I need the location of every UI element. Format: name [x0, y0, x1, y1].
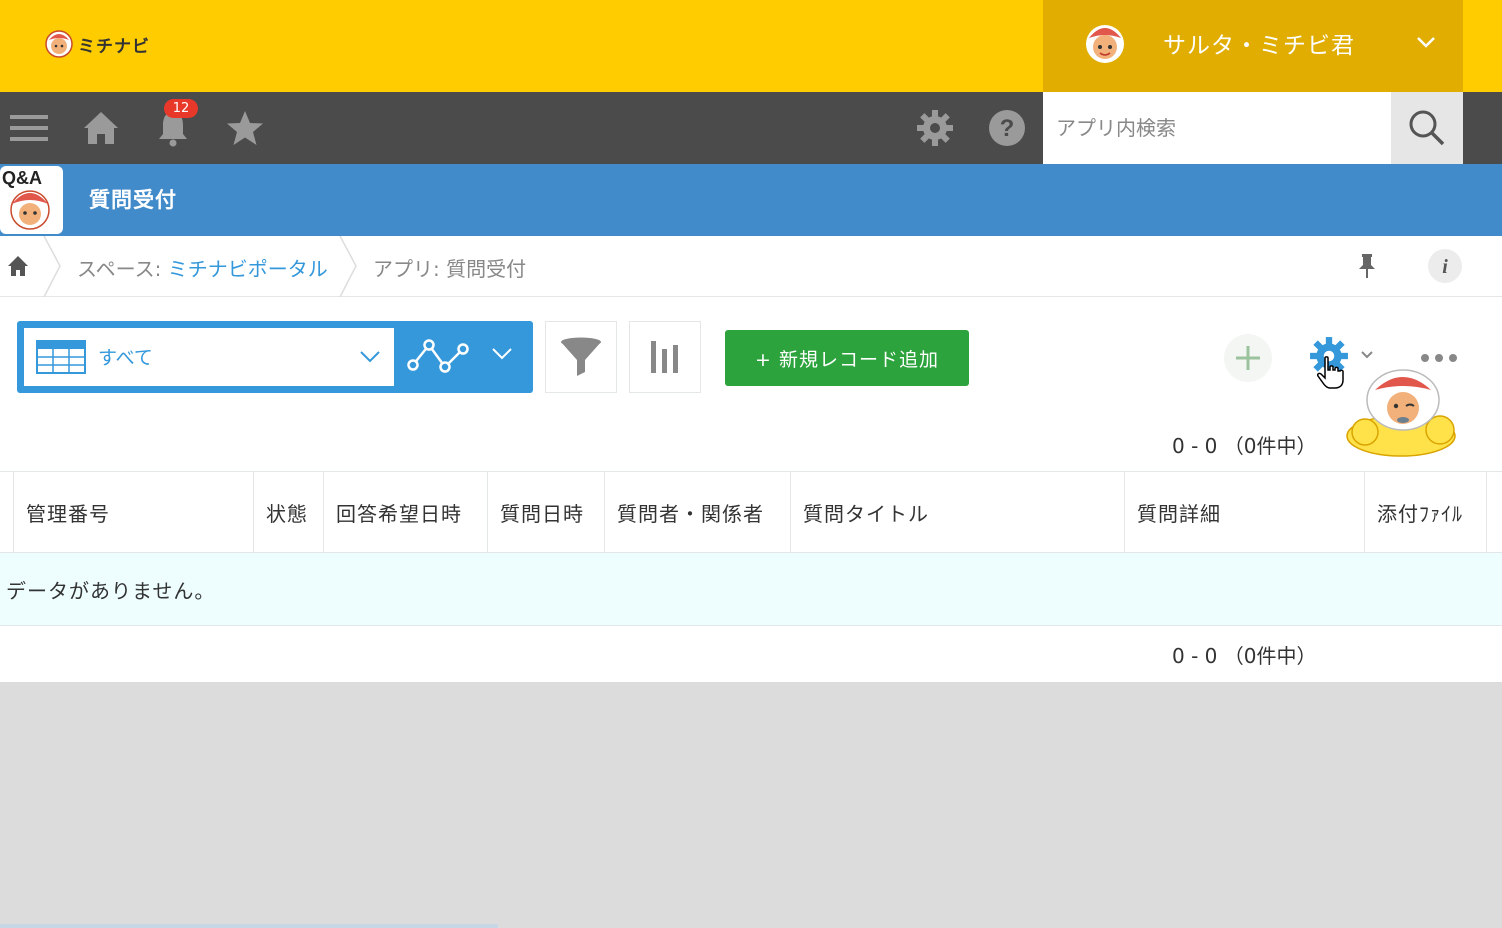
- breadcrumb: スペース: ミチナビポータル アプリ: 質問受付 i: [0, 236, 1502, 297]
- notification-badge: 12: [164, 99, 198, 118]
- empty-message: データがありません。: [6, 579, 216, 603]
- chevron-down-icon[interactable]: [1360, 350, 1374, 360]
- column-header[interactable]: 質問詳細: [1125, 472, 1365, 552]
- table-header-spacer: [0, 472, 14, 552]
- help-icon[interactable]: ?: [987, 108, 1027, 148]
- breadcrumb-separator: [339, 236, 357, 297]
- graph-button[interactable]: [629, 321, 701, 393]
- gear-icon[interactable]: [915, 108, 955, 148]
- pin-icon[interactable]: [1356, 253, 1378, 283]
- search-box: [1043, 92, 1391, 164]
- app-title: 質問受付: [89, 188, 177, 212]
- search-input[interactable]: [1043, 92, 1391, 164]
- brand-logo[interactable]: ミチナビ: [44, 28, 150, 60]
- chevron-down-icon[interactable]: [491, 347, 513, 361]
- home-icon[interactable]: [7, 255, 29, 281]
- column-header[interactable]: 管理番号: [14, 472, 254, 552]
- view-dropdown[interactable]: すべて: [24, 328, 394, 386]
- column-header-overflow: [1487, 472, 1502, 552]
- column-header[interactable]: 質問者・関係者: [605, 472, 791, 552]
- column-header[interactable]: 回答希望日時: [324, 472, 488, 552]
- mascot-logo-icon: [45, 30, 73, 58]
- search-icon: [1409, 110, 1445, 146]
- home-icon[interactable]: [81, 108, 121, 148]
- column-header[interactable]: 状態: [254, 472, 324, 552]
- user-menu[interactable]: サルタ・ミチビ君: [1043, 0, 1463, 92]
- horizontal-scrollbar[interactable]: [0, 924, 498, 928]
- breadcrumb-space-link[interactable]: ミチナビポータル: [168, 257, 328, 281]
- app-header: [0, 164, 1502, 236]
- graph-icon[interactable]: [407, 337, 469, 377]
- star-icon[interactable]: [225, 108, 265, 148]
- svg-text:i: i: [1442, 256, 1448, 278]
- table-row: データがありません。: [0, 553, 1502, 626]
- user-avatar: [1086, 25, 1124, 63]
- search-button[interactable]: [1391, 92, 1463, 164]
- chevron-down-icon: [360, 351, 380, 363]
- filter-button[interactable]: [545, 321, 617, 393]
- main-content: スペース: ミチナビポータル アプリ: 質問受付 i すべて + 新規レコード追…: [0, 236, 1502, 682]
- breadcrumb-space-prefix: スペース:: [77, 257, 168, 281]
- app-icon-label: Q&A: [2, 168, 42, 188]
- column-header[interactable]: 質問日時: [488, 472, 605, 552]
- add-button[interactable]: [1224, 334, 1272, 382]
- pager-top: 0 - 0 （0件中）: [1172, 434, 1317, 458]
- breadcrumb-separator: [43, 236, 61, 297]
- user-name: サルタ・ミチビ君: [1163, 33, 1355, 59]
- table-icon: [36, 340, 86, 374]
- view-name: すべて: [98, 347, 153, 369]
- column-header[interactable]: 添付ﾌｧｲﾙ: [1365, 472, 1487, 552]
- breadcrumb-space[interactable]: スペース: ミチナビポータル: [77, 253, 328, 282]
- mouse-cursor-icon: [1317, 356, 1344, 389]
- more-dots-icon[interactable]: [1420, 353, 1458, 363]
- column-header[interactable]: 質問タイトル: [791, 472, 1125, 552]
- brand-name: ミチナビ: [78, 36, 150, 57]
- mascot-icon: [1346, 369, 1456, 457]
- pager-bottom: 0 - 0 （0件中）: [1172, 644, 1317, 668]
- table-header: 管理番号 状態 回答希望日時 質問日時 質問者・関係者 質問タイトル 質問詳細 …: [0, 471, 1502, 553]
- breadcrumb-app: アプリ: 質問受付: [373, 257, 527, 281]
- svg-text:?: ?: [1000, 115, 1015, 142]
- top-header: ミチナビ サルタ・ミチビ君: [0, 0, 1502, 92]
- chevron-down-icon[interactable]: [1415, 34, 1437, 50]
- bar-chart-icon: [651, 341, 678, 373]
- plus-icon: [1236, 346, 1260, 370]
- app-icon[interactable]: Q&A: [0, 166, 63, 234]
- hamburger-icon[interactable]: [9, 108, 49, 148]
- info-icon[interactable]: i: [1427, 248, 1463, 288]
- add-record-button[interactable]: + 新規レコード追加: [725, 330, 969, 386]
- view-selector: すべて: [17, 321, 533, 393]
- filter-icon: [561, 337, 601, 376]
